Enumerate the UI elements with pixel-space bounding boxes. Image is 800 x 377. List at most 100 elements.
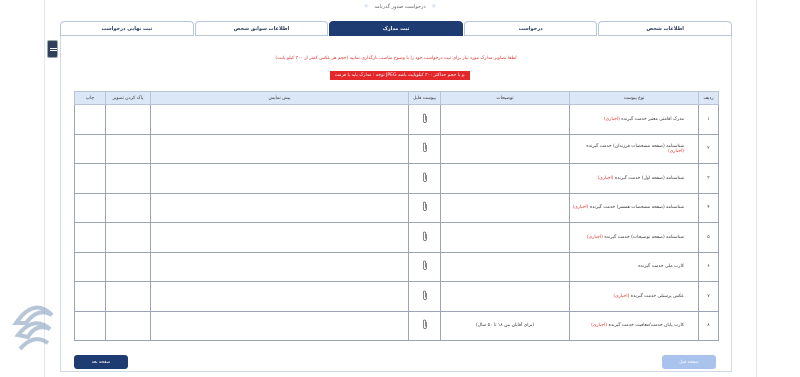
format-warning: توجه : مدارک باید با فرمت JPEG و با حجم … xyxy=(0,71,800,80)
preview-cell xyxy=(150,133,409,164)
document-type-label: شناسنامه (صفحه توضیحات) خدمت گیرنده xyxy=(604,234,684,240)
attach-cell xyxy=(408,251,441,282)
preview-cell xyxy=(150,310,409,341)
col-header-number: ردیف xyxy=(698,91,719,105)
col-header-doc-type: نوع پیوست xyxy=(569,91,699,105)
document-type-label: مدرک اقامتی معتبر خدمت گیرنده xyxy=(621,116,684,122)
print-cell[interactable] xyxy=(74,192,106,223)
document-type: مدرک اقامتی معتبر خدمت گیرنده (اجباری) xyxy=(569,104,699,135)
description-cell xyxy=(440,163,570,194)
preview-cell xyxy=(150,163,409,194)
required-label: (اجباری) xyxy=(613,293,630,299)
next-page-button[interactable]: صفحه بعد xyxy=(74,355,128,369)
document-type: کارت پایان خدمت/معافیت خدمت گیرنده (اجبا… xyxy=(569,310,699,341)
row-number: ۲ xyxy=(698,133,719,164)
required-label: (اجباری) xyxy=(591,323,608,329)
required-label: (اجباری) xyxy=(597,175,614,181)
required-label: (اجباری) xyxy=(668,148,684,154)
attach-file-icon[interactable] xyxy=(422,201,428,214)
table-row: ۱ مدرک اقامتی معتبر خدمت گیرنده (اجباری) xyxy=(74,104,719,135)
attach-file-icon[interactable] xyxy=(422,113,428,126)
delete-image-cell[interactable] xyxy=(105,192,151,223)
print-cell[interactable] xyxy=(74,222,106,253)
preview-cell xyxy=(150,192,409,223)
document-type: شناسنامه (صفحه اول) خدمت گیرنده (اجباری) xyxy=(569,163,699,194)
delete-image-cell[interactable] xyxy=(105,163,151,194)
col-header-print: چاپ xyxy=(74,91,106,105)
print-cell[interactable] xyxy=(74,133,106,164)
row-number: ۸ xyxy=(698,310,719,341)
print-cell[interactable] xyxy=(74,310,106,341)
attach-file-icon[interactable] xyxy=(422,260,428,273)
preview-cell xyxy=(150,281,409,312)
description-cell xyxy=(440,133,570,164)
ornament-icon: ✧ xyxy=(431,3,437,10)
attach-file-icon[interactable] xyxy=(422,172,428,185)
table-row: ۲ شناسنامه (صفحه مشخصات فرزندان) خدمت گیر… xyxy=(74,133,719,164)
attach-cell xyxy=(408,104,441,135)
delete-image-cell[interactable] xyxy=(105,104,151,135)
col-header-description: توضیحات xyxy=(440,91,570,105)
delete-image-cell[interactable] xyxy=(105,281,151,312)
required-label: (اجباری) xyxy=(586,234,603,240)
description-cell xyxy=(440,104,570,135)
preview-cell xyxy=(150,222,409,253)
document-type: شناسنامه (صفحه توضیحات) خدمت گیرنده (اجب… xyxy=(569,222,699,253)
preview-cell xyxy=(150,251,409,282)
delete-image-cell[interactable] xyxy=(105,251,151,282)
tab-history[interactable]: اطلاعات سوابق شخص xyxy=(194,21,329,36)
attach-file-icon[interactable] xyxy=(422,319,428,332)
document-type-label: شناسنامه (صفحه اول) خدمت گیرنده xyxy=(614,175,684,181)
document-type-label: کارت پایان خدمت/معافیت خدمت گیرنده xyxy=(608,323,685,329)
attach-file-icon[interactable] xyxy=(422,142,428,155)
document-type: شناسنامه (صفحه مشخصات همسر) خدمت گیرنده … xyxy=(569,192,699,223)
tab-documents[interactable]: ثبت مدارک xyxy=(329,21,463,36)
table-header-row: ردیف نوع پیوست توضیحات پیوست فایل پیش نم… xyxy=(74,91,719,105)
print-cell[interactable] xyxy=(74,281,106,312)
attach-cell xyxy=(408,163,441,194)
description-cell xyxy=(440,222,570,253)
tab-request[interactable]: درخواست xyxy=(463,21,598,36)
description-cell xyxy=(440,281,570,312)
attach-file-icon[interactable] xyxy=(422,231,428,244)
menu-toggle-button[interactable] xyxy=(47,40,58,58)
upload-instruction: لطفا تصاویر مدارک مورد نیاز برای ثبت درخ… xyxy=(275,56,517,61)
document-type-label: عکس پرسنلی خدمت گیرنده xyxy=(630,293,684,299)
attach-cell xyxy=(408,281,441,312)
delete-image-cell[interactable] xyxy=(105,133,151,164)
print-cell[interactable] xyxy=(74,104,106,135)
wizard-tabs: اطلاعات شخص درخواست ثبت مدارک اطلاعات سو… xyxy=(60,21,732,36)
required-label: (اجباری) xyxy=(572,205,589,211)
row-number: ۳ xyxy=(698,163,719,194)
table-row: ۷ عکس پرسنلی خدمت گیرنده (اجباری) xyxy=(74,281,719,312)
row-number: ۶ xyxy=(698,251,719,282)
description-cell: (برای آقایان بین ۱۸ تا ۵۰ سال) xyxy=(440,310,570,341)
table-row: ۸ کارت پایان خدمت/معافیت خدمت گیرنده (اجب… xyxy=(74,310,719,341)
delete-image-cell[interactable] xyxy=(105,222,151,253)
col-header-preview: پیش نمایش xyxy=(150,91,409,105)
table-row: ۵ شناسنامه (صفحه توضیحات) خدمت گیرنده (اج… xyxy=(74,222,719,253)
document-type-label: شناسنامه (صفحه مشخصات همسر) خدمت گیرنده xyxy=(589,205,684,211)
watermark-logo-icon xyxy=(12,305,54,351)
attach-cell xyxy=(408,133,441,164)
required-label: (اجباری) xyxy=(603,116,620,122)
print-cell[interactable] xyxy=(74,163,106,194)
menu-icon xyxy=(50,48,57,49)
tab-person-info[interactable]: اطلاعات شخص xyxy=(598,21,732,36)
previous-page-button[interactable]: صفحه قبل xyxy=(662,355,716,369)
document-type-label: کارت ملی خدمت گیرنده xyxy=(638,264,684,270)
preview-cell xyxy=(150,104,409,135)
delete-image-cell[interactable] xyxy=(105,310,151,341)
table-row: ۳ شناسنامه (صفحه اول) خدمت گیرنده (اجباری… xyxy=(74,163,719,194)
description-cell xyxy=(440,251,570,282)
ornament-icon: ✧ xyxy=(363,3,369,10)
attach-cell xyxy=(408,222,441,253)
table-row: ۶ کارت ملی خدمت گیرنده xyxy=(74,251,719,282)
page-title: ✧ درخواست صدور گذرنامه ✧ xyxy=(363,3,437,10)
row-number: ۱ xyxy=(698,104,719,135)
documents-table: ردیف نوع پیوست توضیحات پیوست فایل پیش نم… xyxy=(74,91,719,341)
row-number: ۷ xyxy=(698,281,719,312)
attach-file-icon[interactable] xyxy=(422,290,428,303)
print-cell[interactable] xyxy=(74,251,106,282)
tab-final-submit[interactable]: ثبت نهایی درخواست xyxy=(60,21,194,36)
